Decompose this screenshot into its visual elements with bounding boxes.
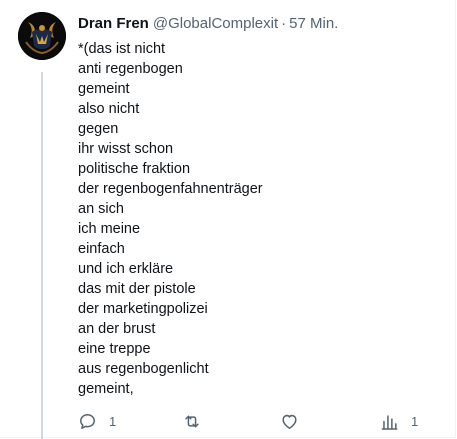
post-text-line: gemeint [78,81,130,97]
reply-count: 1 [109,413,117,429]
post-text-line: *(das ist nicht [78,41,166,57]
header-separator: · [281,15,287,32]
post-text-line: das mit der pistole [78,281,196,297]
post-text-line: der marketingpolizei [78,301,208,317]
views-count: 1 [411,413,419,429]
post-text-line: eine treppe [78,341,151,357]
post-text: *(das ist nicht anti regenbogen gemeint … [78,39,448,399]
views-chart-icon [380,412,399,431]
views-button[interactable]: 1 [380,410,418,432]
heart-icon [280,412,299,431]
repost-icon [182,412,202,431]
post-timestamp[interactable]: 57 Min. [289,15,338,32]
author-handle[interactable]: @GlobalComplexit [153,15,278,32]
action-bar: 1 1 [78,410,438,432]
post-text-line: an der brust [78,321,156,337]
post-text-line: anti regenbogen [78,61,183,77]
author-name[interactable]: Dran Fren [78,15,149,32]
like-button[interactable] [280,410,299,432]
post-text-line: ich meine [78,221,141,237]
reply-button[interactable]: 1 [78,410,116,432]
repost-button[interactable] [182,410,202,432]
post-text-line: gegen [78,121,119,137]
post-text-line: also nicht [78,101,140,117]
post-text-line: an sich [78,201,124,217]
post-text-line: aus regenbogenlicht [78,361,209,377]
post-header: Dran Fren @GlobalComplexit · 57 Min. [78,14,338,34]
post-text-line: politische fraktion [78,161,191,177]
post-text-line: der regenbogenfahnenträger [78,181,263,197]
thread-connector-line [41,72,43,439]
post-text-line: und ich erkläre [78,261,174,277]
reply-icon [78,412,97,431]
post-text-line: gemeint, [78,381,134,397]
post-text-line: einfach [78,241,125,257]
post-text-line: ihr wisst schon [78,141,174,157]
avatar[interactable] [18,12,66,60]
avatar-image [18,12,66,60]
